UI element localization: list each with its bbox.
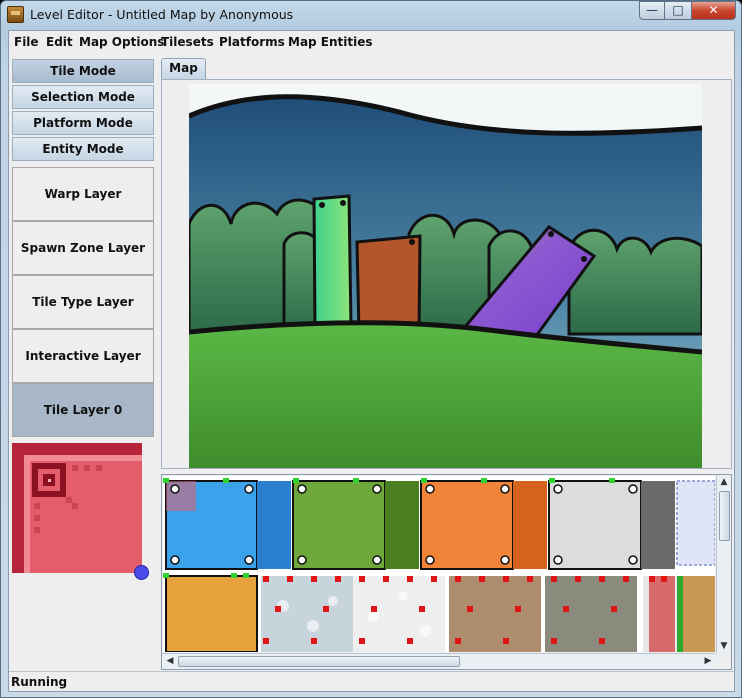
vertical-scroll-thumb[interactable] [719,491,730,541]
arrow-right-icon[interactable]: ▶ [701,654,715,668]
tile-type-layer-button[interactable]: Tile Type Layer [12,275,154,329]
map-panel [161,79,732,469]
menu-file[interactable]: File [14,35,39,49]
toolbox-icon [7,6,24,23]
warp-layer-button[interactable]: Warp Layer [12,167,154,221]
editor-window: Level Editor - Untitled Map by Anonymous… [0,0,742,698]
tileset-palette[interactable] [163,476,715,652]
maximize-button[interactable]: □ [665,1,692,20]
minimize-button[interactable]: — [639,1,665,20]
tileset-vertical-scrollbar[interactable]: ▲ ▼ [716,475,731,653]
selected-tile-image [12,443,142,573]
tileset-image [163,476,715,652]
selection-mode-button[interactable]: Selection Mode [12,85,154,109]
horizontal-scroll-thumb[interactable] [178,656,460,667]
status-text: Running [11,675,68,689]
arrow-up-icon[interactable]: ▲ [717,475,731,489]
menu-platforms[interactable]: Platforms [219,35,285,49]
tileset-horizontal-scrollbar[interactable]: ◀ ▶ [162,653,716,669]
menu-map-options[interactable]: Map Options [79,35,164,49]
close-button[interactable]: ✕ [692,1,736,20]
menu-edit[interactable]: Edit [46,35,73,49]
spawn-zone-layer-button[interactable]: Spawn Zone Layer [12,221,154,275]
map-canvas[interactable] [189,84,702,468]
client-area: File Edit Map Options Tilesets Platforms… [8,30,735,692]
platform-mode-button[interactable]: Platform Mode [12,111,154,135]
tileset-panel: ▲ ▼ ◀ ▶ [161,474,732,670]
resize-handle[interactable] [134,565,149,580]
tile-layer-0-button[interactable]: Tile Layer 0 [12,383,154,437]
interactive-layer-button[interactable]: Interactive Layer [12,329,154,383]
menu-bar: File Edit Map Options Tilesets Platforms… [9,31,734,53]
menu-tilesets[interactable]: Tilesets [161,35,214,49]
tab-map[interactable]: Map [161,58,206,79]
entity-mode-button[interactable]: Entity Mode [12,137,154,161]
selected-tile-preview [12,443,156,650]
window-title: Level Editor - Untitled Map by Anonymous [30,7,294,22]
menu-map-entities[interactable]: Map Entities [288,35,373,49]
window-controls: — □ ✕ [639,1,736,20]
tile-mode-button[interactable]: Tile Mode [12,59,154,83]
title-bar[interactable]: Level Editor - Untitled Map by Anonymous… [1,1,741,30]
map-background-image [189,84,702,468]
status-bar: Running [9,671,734,691]
arrow-left-icon[interactable]: ◀ [163,654,177,668]
arrow-down-icon[interactable]: ▼ [717,639,731,653]
